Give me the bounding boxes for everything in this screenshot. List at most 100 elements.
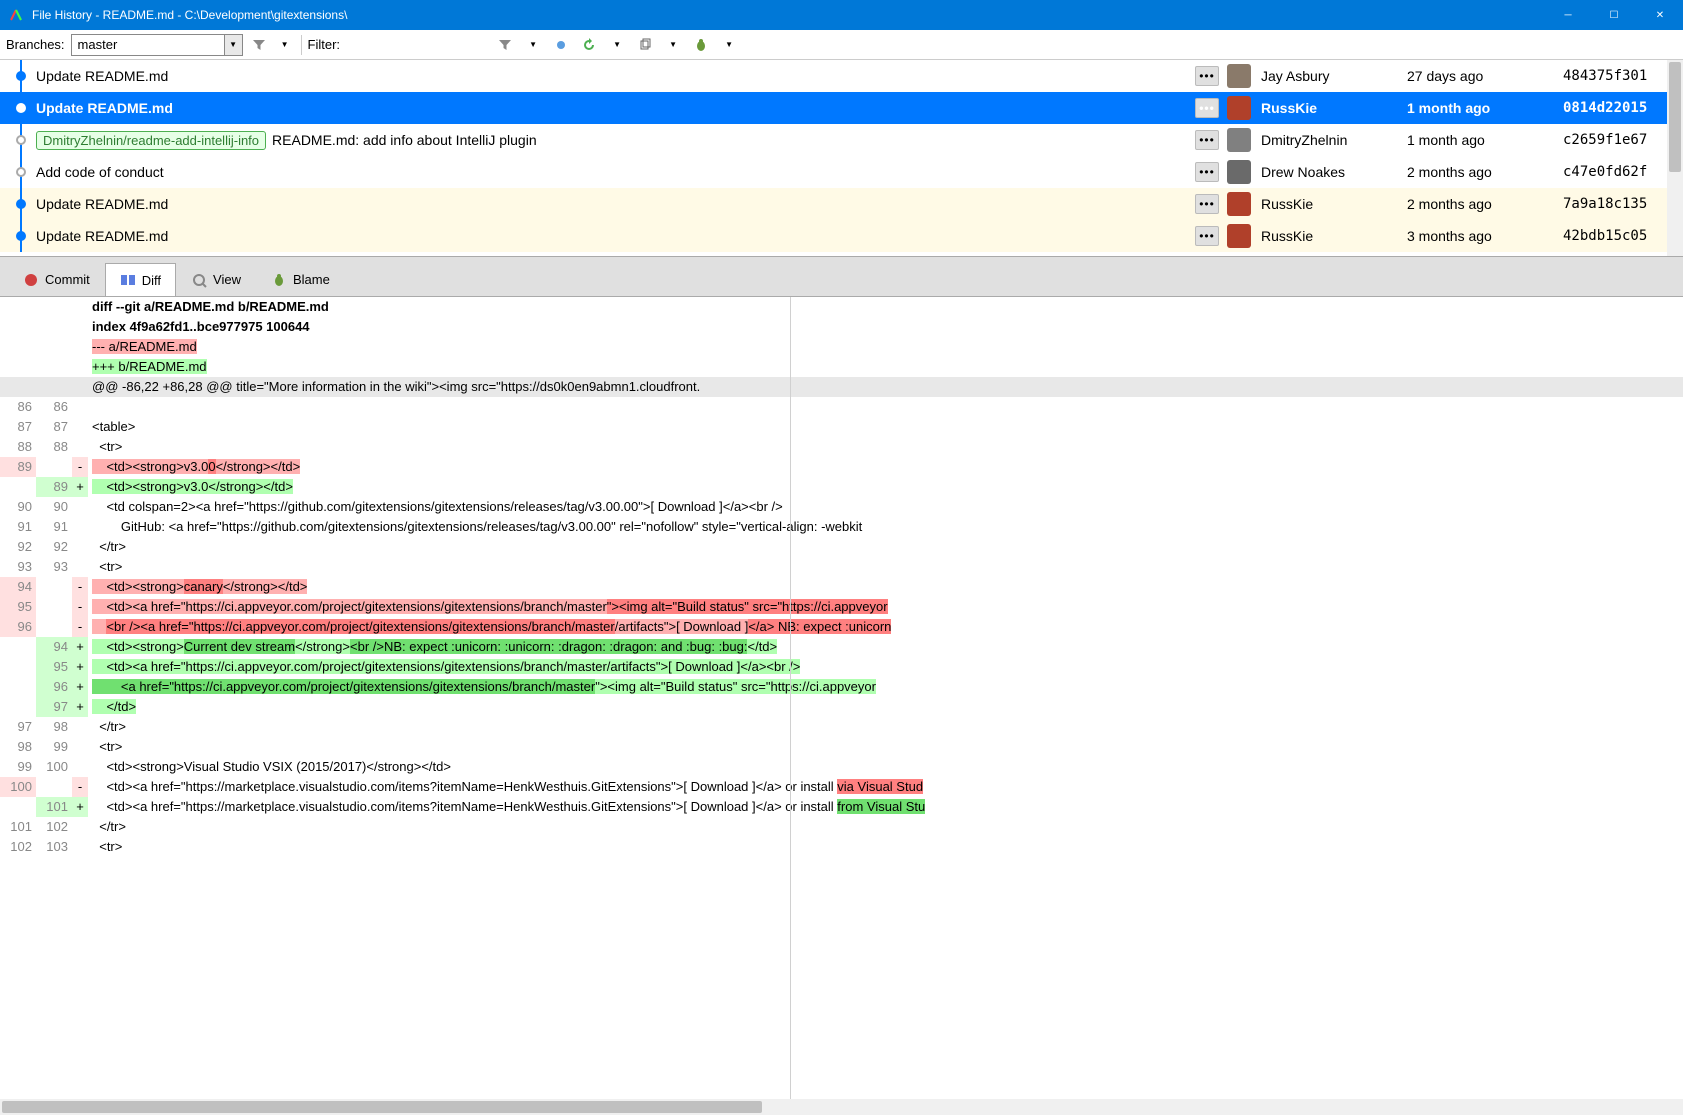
diff-line: 99100 <td><strong>Visual Studio VSIX (20… (0, 757, 1683, 777)
chevron-down-icon[interactable]: ▼ (663, 35, 683, 55)
diff-line: --- a/README.md (0, 337, 1683, 357)
toolbar-separator (301, 35, 302, 55)
tab-blame[interactable]: Blame (256, 262, 345, 296)
commit-row[interactable]: Update README.md•••Jay Asbury27 days ago… (0, 60, 1683, 92)
commit-hash: 0814d22015 (1563, 100, 1683, 116)
diff-line: 8888 <tr> (0, 437, 1683, 457)
tab-label: Blame (293, 272, 330, 287)
chevron-down-icon[interactable]: ▼ (224, 35, 242, 55)
tab-label: Commit (45, 272, 90, 287)
commit-message: Update README.md (36, 228, 1195, 244)
graph-node-icon (16, 167, 26, 177)
bug-icon[interactable] (691, 35, 711, 55)
author-name: DmitryZhelnin (1261, 132, 1407, 148)
tab-diff[interactable]: Diff (105, 263, 176, 297)
titlebar: File History - README.md - C:\Developmen… (0, 0, 1683, 30)
refresh-icon[interactable] (579, 35, 599, 55)
close-button[interactable]: ✕ (1637, 0, 1683, 30)
commit-row[interactable]: Update README.md••• RussKie3 months ago42… (0, 220, 1683, 252)
diff-line: 9393 <tr> (0, 557, 1683, 577)
scrollbar-thumb[interactable] (2, 1101, 762, 1113)
tab-label: View (213, 272, 241, 287)
author-name: RussKie (1261, 100, 1407, 116)
diff-line: index 4f9a62fd1..bce977975 100644 (0, 317, 1683, 337)
commit-hash: 42bdb15c05 (1563, 228, 1683, 244)
diff-line: 8787 <table> (0, 417, 1683, 437)
author-name: RussKie (1261, 228, 1407, 244)
filter-funnel-icon[interactable] (249, 35, 269, 55)
ruler-line (790, 297, 791, 1099)
commit-row[interactable]: Update README.md•••RussKie2 months ago7a… (0, 188, 1683, 220)
commit-date: 1 month ago (1407, 132, 1563, 148)
diff-line: 97+ </td> (0, 697, 1683, 717)
minimize-button[interactable]: ─ (1545, 0, 1591, 30)
commit-date: 3 months ago (1407, 228, 1563, 244)
filter-label: Filter: (308, 37, 341, 52)
diff-line: 9798 </tr> (0, 717, 1683, 737)
diff-line: 89- <td><strong>v3.00</strong></td> (0, 457, 1683, 477)
filter-input[interactable] (343, 37, 483, 52)
diff-line: 9191 GitHub: <a href="https://github.com… (0, 517, 1683, 537)
graph-node-icon (16, 103, 26, 113)
parent-commit-icon[interactable]: ▼ (523, 35, 543, 55)
commit-row[interactable]: Update README.md•••RussKie1 month ago081… (0, 92, 1683, 124)
graph-node-icon (16, 231, 26, 241)
avatar (1227, 192, 1251, 216)
maximize-button[interactable]: ☐ (1591, 0, 1637, 30)
chevron-down-icon[interactable]: ▼ (275, 35, 295, 55)
diff-line: 101102 </tr> (0, 817, 1683, 837)
branch-select[interactable]: master ▼ (71, 34, 243, 56)
graph-node-icon (16, 199, 26, 209)
filter-funnel-icon[interactable] (495, 35, 515, 55)
more-button[interactable]: ••• (1195, 130, 1219, 150)
avatar (1227, 224, 1251, 248)
more-button[interactable]: ••• (1195, 66, 1219, 86)
commit-hash: 7a9a18c135 (1563, 196, 1683, 212)
commit-hash: c2659f1e67 (1563, 132, 1683, 148)
diff-line: 100- <td><a href="https://marketplace.vi… (0, 777, 1683, 797)
filter-field[interactable]: Filter: (308, 37, 484, 52)
diff-line: 96- <br /><a href="https://ci.appveyor.c… (0, 617, 1683, 637)
commit-date: 2 months ago (1407, 196, 1563, 212)
chevron-down-icon[interactable]: ▼ (607, 35, 627, 55)
tab-label: Diff (142, 273, 161, 288)
avatar (1227, 64, 1251, 88)
commit-hash: 484375f301 (1563, 68, 1683, 84)
commit-icon (23, 272, 39, 288)
branch-select-value: master (72, 37, 224, 52)
tab-bar: Commit Diff View Blame (0, 256, 1683, 296)
more-button[interactable]: ••• (1195, 194, 1219, 214)
scrollbar[interactable] (1667, 60, 1683, 256)
avatar (1227, 96, 1251, 120)
tab-commit[interactable]: Commit (8, 262, 105, 296)
diff-line: +++ b/README.md (0, 357, 1683, 377)
app-icon (8, 7, 24, 23)
commit-row[interactable]: Add code of conduct•••Drew Noakes2 month… (0, 156, 1683, 188)
horizontal-scrollbar[interactable] (0, 1099, 1683, 1115)
chevron-down-icon[interactable]: ▼ (719, 35, 739, 55)
more-button[interactable]: ••• (1195, 226, 1219, 246)
commit-date: 1 month ago (1407, 100, 1563, 116)
commit-message: DmitryZhelnin/readme-add-intellij-infoRE… (36, 131, 1195, 150)
diff-line: 101+ <td><a href="https://marketplace.vi… (0, 797, 1683, 817)
toolbar: Branches: master ▼ ▼ Filter: ▼ ▼ ▼ ▼ (0, 30, 1683, 60)
copy-icon[interactable] (635, 35, 655, 55)
graph-node-icon[interactable] (551, 35, 571, 55)
graph-node-icon (16, 135, 26, 145)
diff-line: 94- <td><strong>canary</strong></td> (0, 577, 1683, 597)
more-button[interactable]: ••• (1195, 98, 1219, 118)
scrollbar-thumb[interactable] (1669, 62, 1681, 172)
diff-line: 102103 <tr> (0, 837, 1683, 857)
diff-line: 89+ <td><strong>v3.0</strong></td> (0, 477, 1683, 497)
commit-row[interactable]: DmitryZhelnin/readme-add-intellij-infoRE… (0, 124, 1683, 156)
commit-message: Add code of conduct (36, 164, 1195, 180)
branch-tag[interactable]: DmitryZhelnin/readme-add-intellij-info (36, 131, 266, 150)
diff-viewer[interactable]: diff --git a/README.md b/README.mdindex … (0, 296, 1683, 1099)
view-icon (191, 272, 207, 288)
tab-view[interactable]: View (176, 262, 256, 296)
author-name: RussKie (1261, 196, 1407, 212)
commit-list[interactable]: Update README.md•••Jay Asbury27 days ago… (0, 60, 1683, 256)
diff-line: diff --git a/README.md b/README.md (0, 297, 1683, 317)
window-title: File History - README.md - C:\Developmen… (32, 8, 1545, 22)
more-button[interactable]: ••• (1195, 162, 1219, 182)
